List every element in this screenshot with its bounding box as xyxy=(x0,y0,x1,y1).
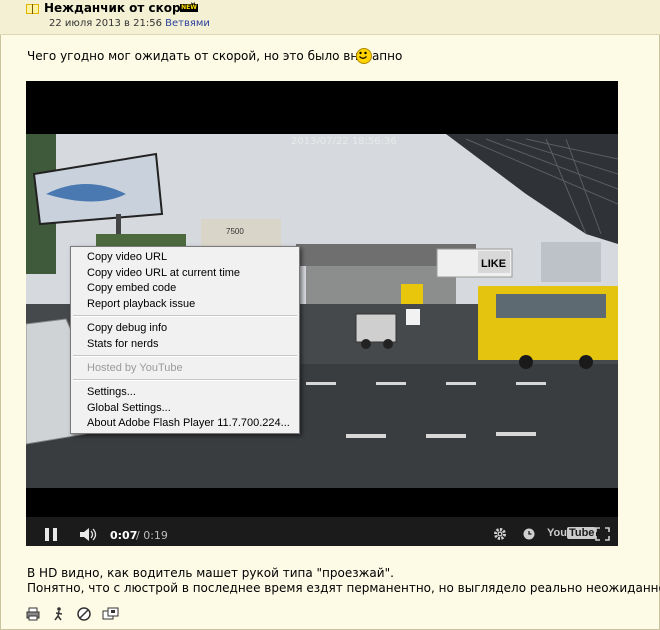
smiley-icon xyxy=(356,48,372,64)
post-header: Нежданчик от скорой NEW 22 июля 2013 в 2… xyxy=(0,0,660,35)
current-time: 0:07 xyxy=(110,529,138,542)
menu-report-playback-issue[interactable]: Report playback issue xyxy=(87,298,195,310)
post-meta: 22 июля 2013 в 21:56 Ветвями xyxy=(49,18,210,29)
post-title[interactable]: Нежданчик от скорой xyxy=(44,1,197,15)
menu-copy-video-url[interactable]: Copy video URL xyxy=(87,251,167,263)
billboard-price: 7500 xyxy=(226,227,244,236)
menu-hosted-by-youtube: Hosted by YouTube xyxy=(87,362,183,374)
post-author[interactable]: Ветвями xyxy=(165,18,210,29)
youtube-logo[interactable]: You Tube xyxy=(547,527,597,539)
no-entry-icon[interactable] xyxy=(77,607,91,621)
walk-icon[interactable] xyxy=(52,607,66,621)
menu-global-settings[interactable]: Global Settings... xyxy=(87,402,171,414)
duration: / 0:19 xyxy=(136,529,168,542)
post-line-2: Понятно, что с люстрой в последнее время… xyxy=(27,581,660,595)
menu-copy-embed-code[interactable]: Copy embed code xyxy=(87,282,176,294)
volume-icon[interactable] xyxy=(80,528,98,541)
menu-separator xyxy=(73,379,297,381)
print-icon[interactable] xyxy=(26,607,40,621)
menu-copy-debug-info[interactable]: Copy debug info xyxy=(87,322,167,334)
menu-about-flash-player[interactable]: About Adobe Flash Player 11.7.700.224... xyxy=(87,417,290,429)
fullscreen-icon[interactable] xyxy=(595,527,610,541)
flash-context-menu: Copy video URL Copy video URL at current… xyxy=(70,246,300,434)
settings-gear-icon[interactable] xyxy=(493,527,507,541)
menu-separator xyxy=(73,315,297,317)
billboard-like: LIKE xyxy=(481,258,506,270)
menu-settings[interactable]: Settings... xyxy=(87,386,136,398)
video-timestamp: 2013/07/22 18:56:36 xyxy=(291,136,397,147)
menu-stats-for-nerds[interactable]: Stats for nerds xyxy=(87,338,159,350)
watch-later-clock-icon[interactable] xyxy=(523,528,535,540)
new-badge: NEW xyxy=(180,4,198,12)
menu-separator xyxy=(73,355,297,357)
share-icon[interactable] xyxy=(102,607,120,621)
menu-copy-url-at-time[interactable]: Copy video URL at current time xyxy=(87,267,240,279)
book-icon xyxy=(26,4,39,14)
post-date: 22 июля 2013 в 21:56 xyxy=(49,18,162,29)
post-intro: Чего угодно мог ожидать от скорой, но эт… xyxy=(27,49,403,63)
pause-icon[interactable] xyxy=(45,528,57,541)
post-line-1: В HD видно, как водитель машет рукой тип… xyxy=(27,566,394,580)
